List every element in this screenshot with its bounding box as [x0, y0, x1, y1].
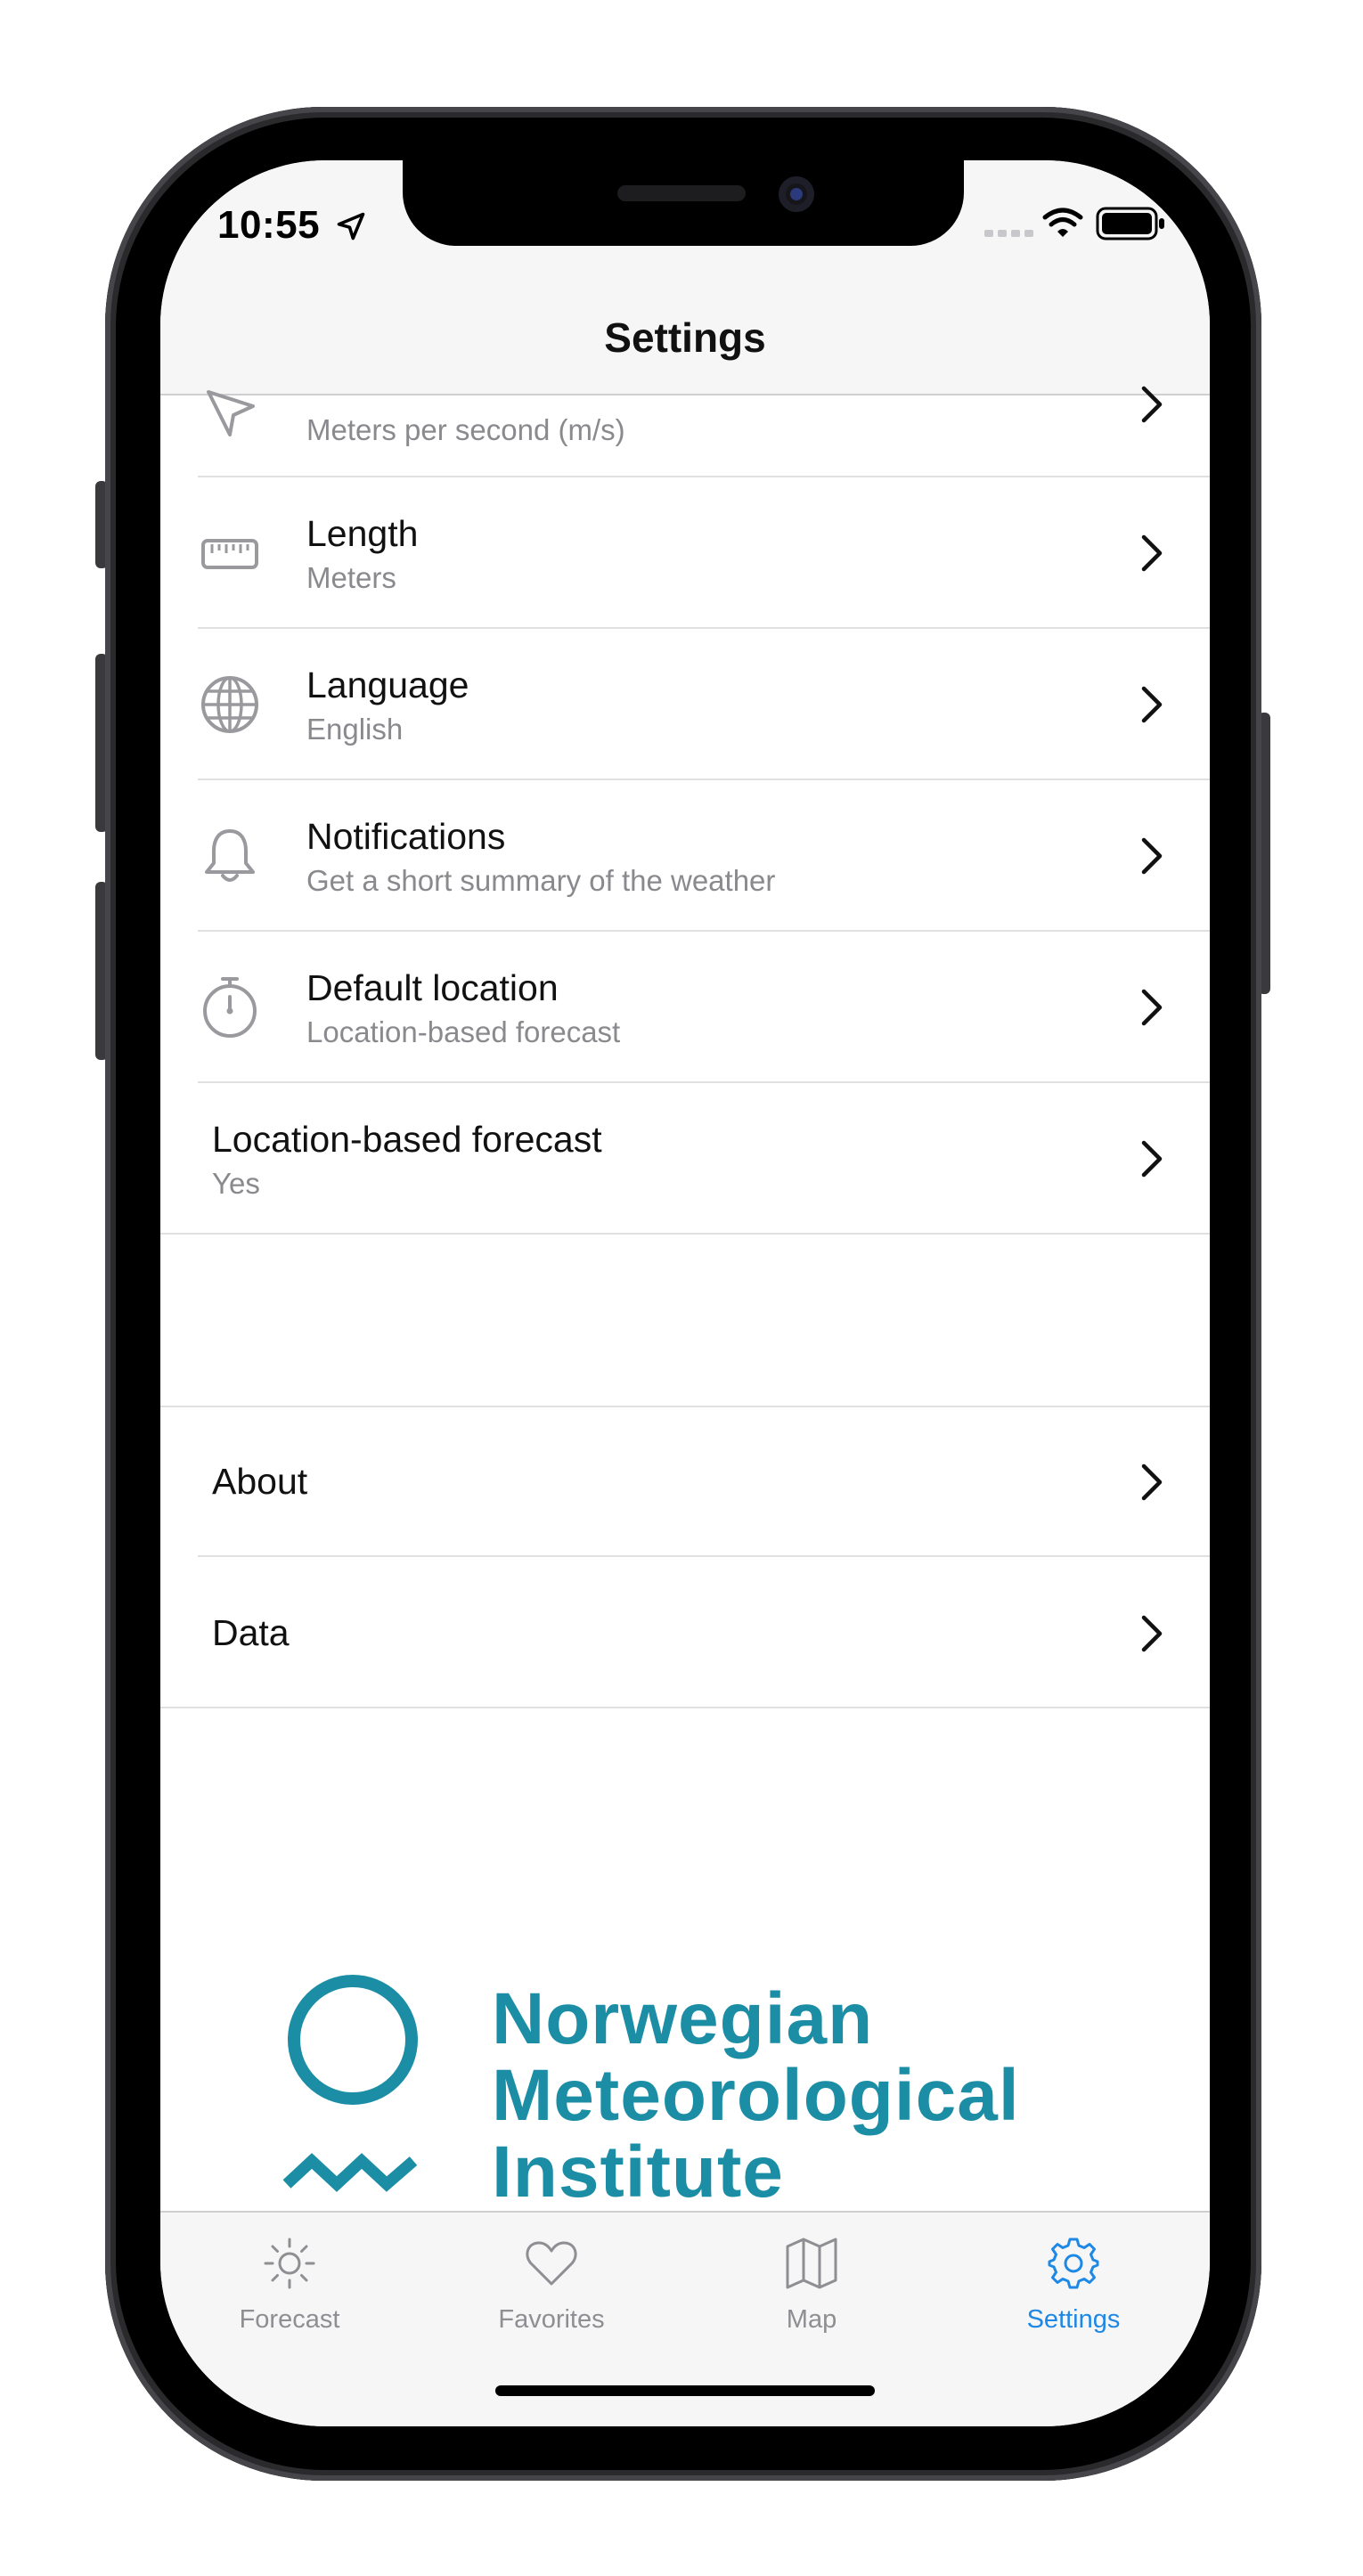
tab-map[interactable]: Map: [682, 2213, 941, 2355]
status-time: 10:55: [217, 203, 321, 247]
row-divider: [160, 1233, 1210, 1235]
chevron-right-icon: [1141, 386, 1163, 423]
row-title: Length: [306, 513, 419, 554]
tab-label: Map: [786, 2305, 837, 2334]
logo-line-1: Norwegian: [492, 1978, 874, 2059]
chevron-right-icon: [1141, 686, 1163, 723]
stopwatch-icon: [203, 977, 257, 1038]
row-title: Language: [306, 664, 469, 705]
met-institute-logo-mark: [283, 1975, 418, 2192]
chevron-right-icon: [1141, 1140, 1163, 1178]
row-subtitle: Meters per second (m/s): [306, 413, 625, 446]
row-subtitle: Location-based forecast: [306, 1015, 621, 1048]
logo-line-3: Institute: [492, 2132, 784, 2213]
tab-label: Favorites: [498, 2305, 605, 2334]
sun-icon: [264, 2238, 315, 2289]
chevron-right-icon: [1141, 989, 1163, 1026]
home-indicator: [495, 2385, 875, 2396]
settings-row-location-based-forecast[interactable]: Location-based forecast Yes: [160, 1083, 1210, 1235]
row-title: Default location: [306, 967, 559, 1008]
map-icon: [786, 2238, 837, 2289]
met-institute-logo-text: Norwegian Meteorological Institute: [492, 1981, 1020, 2211]
cellular-signal-icon: [984, 230, 1033, 237]
front-camera: [779, 176, 814, 212]
chevron-right-icon: [1141, 837, 1163, 875]
globe-icon: [201, 676, 258, 733]
ruler-icon: [201, 539, 258, 569]
battery-icon: [1096, 207, 1164, 240]
heart-icon: [526, 2241, 577, 2286]
wifi-icon: [1042, 208, 1083, 237]
row-title: Location-based forecast: [212, 1119, 602, 1160]
row-title: Notifications: [306, 816, 506, 857]
settings-row-length[interactable]: Length Meters: [160, 477, 1210, 629]
bell-icon: [205, 829, 255, 882]
chevron-right-icon: [1141, 1615, 1163, 1652]
row-divider: [160, 1707, 1210, 1708]
info-row-about[interactable]: About: [160, 1407, 1210, 1557]
logo-line-2: Meteorological: [492, 2055, 1020, 2136]
row-title: Data: [212, 1612, 290, 1653]
row-title: About: [212, 1461, 308, 1502]
chevron-right-icon: [1141, 1463, 1163, 1501]
chevron-right-icon: [1141, 534, 1163, 572]
info-row-data[interactable]: Data: [160, 1557, 1210, 1708]
tab-settings[interactable]: Settings: [944, 2213, 1203, 2355]
tab-label: Forecast: [239, 2305, 340, 2334]
earpiece-speaker: [617, 185, 746, 201]
page-title: Settings: [604, 314, 766, 361]
notch: [403, 160, 964, 246]
row-subtitle: Meters: [306, 561, 396, 594]
row-subtitle: Yes: [212, 1167, 260, 1200]
location-arrow-icon: [337, 212, 365, 240]
settings-row-language[interactable]: Language English: [160, 629, 1210, 780]
tab-favorites[interactable]: Favorites: [422, 2213, 681, 2355]
row-subtitle: Get a short summary of the weather: [306, 864, 776, 897]
tab-label: Settings: [1026, 2305, 1121, 2334]
gear-icon: [1048, 2238, 1099, 2289]
settings-row-wind-speed[interactable]: Meters per second (m/s): [160, 386, 1210, 477]
row-subtitle: English: [306, 713, 404, 746]
settings-row-default-location[interactable]: Default location Location-based forecast: [160, 932, 1210, 1083]
tab-forecast[interactable]: Forecast: [160, 2213, 419, 2355]
phone-screen: 10:55 Settings Meters per second (m/s) L…: [160, 160, 1210, 2426]
wind-arrow-icon: [207, 390, 255, 436]
settings-row-notifications[interactable]: Notifications Get a short summary of the…: [160, 780, 1210, 932]
